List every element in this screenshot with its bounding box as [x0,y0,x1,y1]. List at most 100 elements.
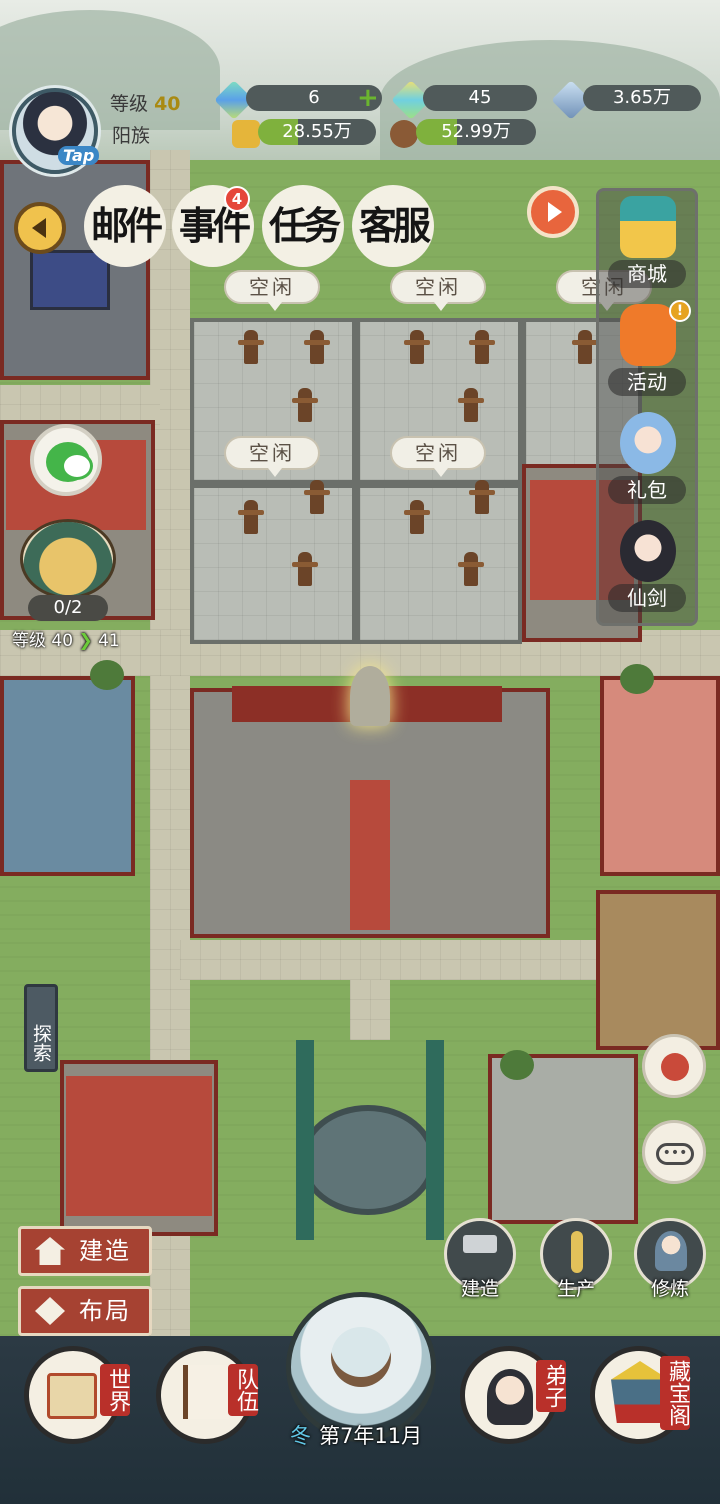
path-south [180,940,600,980]
wechat-icon[interactable] [30,424,102,496]
hammer-icon [463,1235,497,1253]
training-dummy [469,480,495,514]
jade-rainbow-counter: 45 [423,85,537,111]
build-action-label: 建造 [460,1278,499,1300]
gold-ingot-icon [232,120,260,148]
cultivator-icon [655,1231,687,1271]
side-item-shop[interactable]: 商城 [600,190,694,294]
training-dummy [458,388,484,422]
calendar-date: 冬第7年11月 [290,1420,422,1450]
level-label: 等级 [110,93,149,115]
training-dummy [238,500,264,534]
gold-counter: 28.55万 [258,119,376,145]
training-dummy [238,330,264,364]
side-item-label: 商城 [608,260,686,288]
tree [620,664,654,694]
tasks-board[interactable]: 任务 [262,185,344,267]
disciple-icon [487,1369,533,1425]
chat-button[interactable]: ••• [642,1120,706,1184]
sect-level-from: 等级 40 [12,631,74,651]
study-building[interactable] [596,890,720,1050]
training-dummy [304,330,330,364]
alchemy-building[interactable] [488,1054,638,1224]
shop-pagoda-icon [620,196,676,258]
side-item-gift[interactable]: 礼包 [600,406,694,510]
spirit-stone-counter: 3.65万 [583,85,701,111]
layout-mode-label: 布局 [79,1297,131,1325]
expand-right-button[interactable] [527,186,579,238]
player-level: 等级 40 [110,89,181,116]
layout-icon [35,1297,65,1325]
explore-button[interactable]: 探索 [24,984,58,1072]
tree [500,1050,534,1080]
training-dummy [469,330,495,364]
status-bubble-idle[interactable]: 空闲 [390,270,486,311]
red-carpet [350,780,390,930]
collapse-left-button[interactable] [14,202,66,254]
sect-level-up: 等级 40 ❯ 41 [12,626,120,651]
year-month-label: 第7年11月 [319,1424,423,1448]
tea-cup-icon [661,1053,689,1081]
team-flag-icon [183,1365,229,1419]
status-bubble-idle[interactable]: 空闲 [390,436,486,477]
training-dummy [292,388,318,422]
library-building[interactable] [0,676,135,876]
side-item-sword[interactable]: 仙剑 [600,514,694,618]
training-dummy [292,552,318,586]
training-yard[interactable] [356,484,522,644]
training-dummy [304,480,330,514]
gift-girl-icon [620,412,676,474]
build-mode-label: 建造 [79,1237,131,1265]
training-dummy [404,500,430,534]
tree [90,660,124,690]
add-jade-button[interactable]: + [357,85,379,111]
nav-world-label: 世界 [100,1364,130,1416]
house-icon [35,1237,65,1265]
sect-level-to: 41 [98,631,120,651]
lantern-icon [620,304,676,366]
build-mode-button[interactable]: 建造 [18,1226,152,1276]
layout-mode-button[interactable]: 布局 [18,1286,152,1336]
sect-upgrade-progress: 0/2 [28,595,108,621]
world-scroll-icon [47,1373,97,1419]
training-dummy [458,552,484,586]
nav-team-label: 队伍 [228,1364,258,1416]
status-bubble-idle[interactable]: 空闲 [224,436,320,477]
season-label: 冬 [290,1424,311,1448]
path-center [350,980,390,1040]
spirit-altar[interactable] [300,1105,436,1215]
wood-log-icon [390,120,418,148]
chevron-right-icon: ❯ [78,631,93,651]
wheat-icon [571,1231,583,1273]
nav-disciples-label: 弟子 [536,1360,566,1412]
altar-pillar [296,1040,314,1240]
chat-bubble-icon: ••• [656,1143,694,1165]
path-northwest [0,385,160,425]
training-yard[interactable] [190,484,356,644]
side-item-label: 礼包 [608,476,686,504]
support-board[interactable]: 客服 [352,185,434,267]
level-value: 40 [154,93,181,115]
cultivate-action-label: 修炼 [650,1278,689,1300]
events-badge: 4 [224,186,250,212]
wood-counter: 52.99万 [416,119,536,145]
red-floor [66,1076,212,1216]
sect-temple-icon[interactable] [20,519,116,599]
winter-tree-icon [331,1327,391,1387]
side-item-label: 仙剑 [608,584,686,612]
produce-action-label: 生产 [556,1278,595,1300]
founder-statue [350,666,390,726]
nav-treasure-label: 藏宝阁 [660,1356,690,1430]
tea-cup-button[interactable] [642,1034,706,1098]
status-bubble-idle[interactable]: 空闲 [224,270,320,311]
tea-house-building[interactable] [600,676,720,876]
side-item-label: 活动 [608,368,686,396]
clan-name: 阳族 [112,125,151,147]
training-dummy [572,330,598,364]
gate-portal [30,250,110,310]
sword-fairy-icon [620,520,676,582]
tap-label: Tap [58,146,100,165]
training-dummy [404,330,430,364]
mail-board[interactable]: 邮件 [84,185,166,267]
altar-pillar [426,1040,444,1240]
